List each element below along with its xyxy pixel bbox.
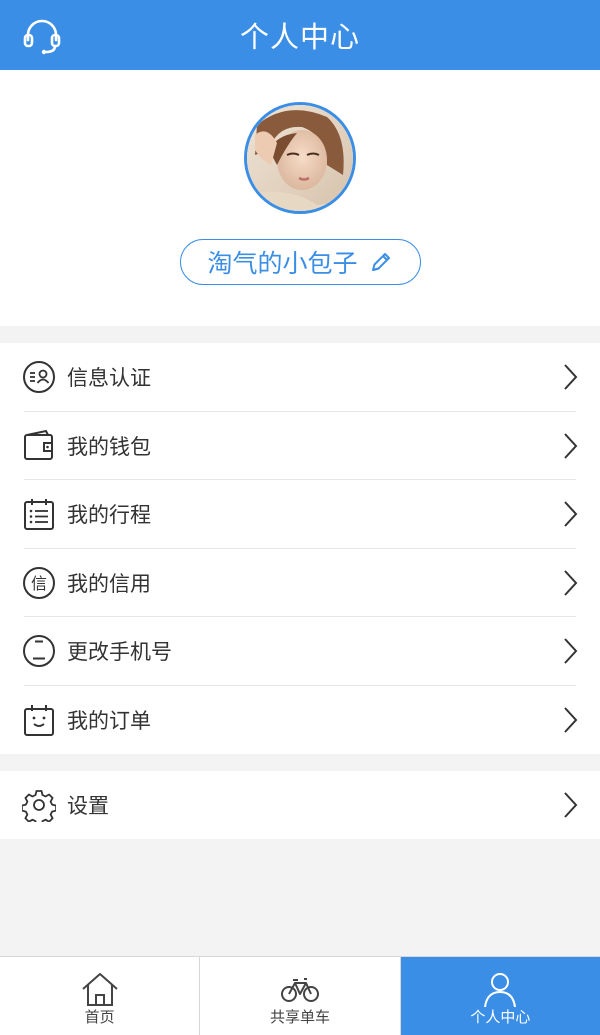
menu-item-label: 我的钱包 (67, 434, 151, 459)
nickname-pill[interactable]: 淘气的小包子 (180, 239, 421, 285)
tab-label: 共享单车 (269, 1008, 330, 1026)
chevron-right-icon (564, 570, 578, 596)
headset-icon[interactable] (22, 16, 62, 56)
avatar[interactable] (244, 102, 356, 214)
tab-personal-center[interactable]: 个人中心 (399, 957, 600, 1035)
menu-item-wallet[interactable]: 我的钱包 (0, 412, 600, 480)
chevron-right-icon (564, 501, 578, 527)
menu-item-settings[interactable]: 设置 (0, 771, 600, 840)
chevron-right-icon (564, 707, 578, 733)
tab-label: 个人中心 (470, 1008, 531, 1026)
menu-item-label: 更改手机号 (67, 640, 172, 665)
chevron-right-icon (564, 433, 578, 459)
menu-item-label: 我的行程 (67, 503, 151, 528)
menu-item-orders[interactable]: 我的订单 (0, 686, 600, 755)
bottom-tab-bar: 首页 共享单车 个人中心 (0, 956, 600, 1035)
menu-item-id-verify[interactable]: 信息认证 (0, 343, 600, 412)
pencil-icon[interactable] (368, 249, 394, 275)
phone-icon (23, 635, 55, 668)
chevron-right-icon (564, 364, 578, 390)
id-verify-icon (23, 361, 55, 394)
menu-list: 信息认证 我的钱包 我的行程 信 我的信用 更改手机号 我的订单 (0, 343, 600, 754)
chevron-right-icon (564, 638, 578, 664)
menu-item-label: 我的订单 (67, 708, 151, 733)
avatar-photo (247, 105, 353, 211)
menu-item-change-phone[interactable]: 更改手机号 (0, 617, 600, 686)
profile-section: 淘气的小包子 (0, 70, 600, 326)
settings-label: 设置 (67, 794, 109, 819)
order-icon (24, 704, 54, 736)
nickname-text: 淘气的小包子 (207, 249, 358, 278)
gear-icon (22, 790, 56, 823)
home-icon (81, 973, 118, 1006)
user-icon (484, 973, 517, 1008)
settings-section: 设置 (0, 771, 600, 839)
menu-item-label: 信息认证 (67, 366, 151, 391)
tab-home[interactable]: 首页 (0, 957, 199, 1035)
calendar-list-icon (24, 499, 54, 531)
svg-text:信: 信 (31, 574, 47, 593)
menu-item-credit[interactable]: 信 我的信用 (0, 549, 600, 617)
credit-icon: 信 (23, 566, 55, 599)
wallet-icon (24, 429, 53, 460)
menu-item-trips[interactable]: 我的行程 (0, 480, 600, 549)
chevron-right-icon (564, 792, 578, 818)
page-title: 个人中心 (239, 20, 360, 54)
tab-shared-bike[interactable]: 共享单车 (199, 957, 399, 1035)
menu-item-label: 我的信用 (67, 571, 151, 596)
bicycle-icon (280, 978, 319, 1002)
tab-label: 首页 (84, 1008, 115, 1026)
top-bar: 个人中心 (0, 0, 600, 70)
